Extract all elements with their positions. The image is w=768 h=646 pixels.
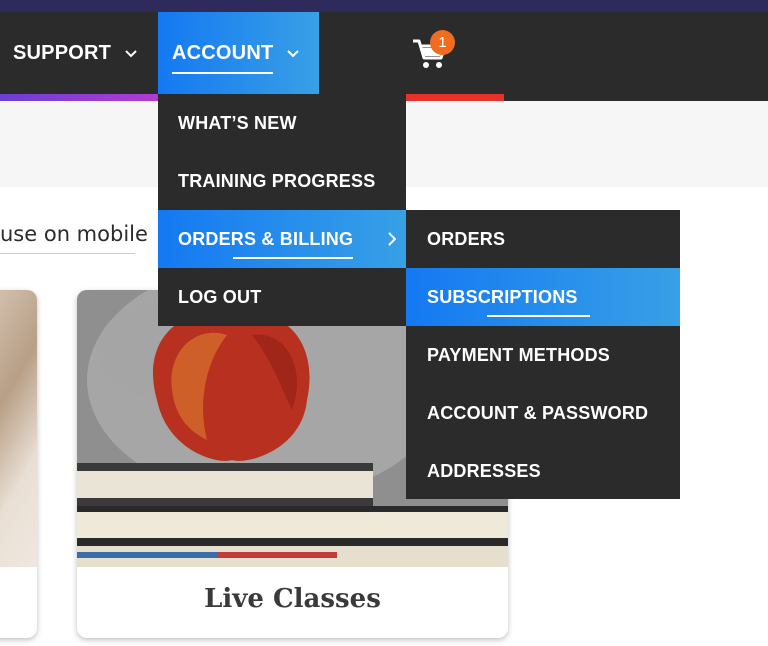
menu-item-label: ORDERS (427, 228, 506, 249)
menu-item-label: PAYMENT METHODS (427, 344, 611, 365)
menu-item-whats-new[interactable]: WHAT’S NEW (158, 94, 406, 152)
submenu-item-orders[interactable]: ORDERS (406, 210, 680, 268)
course-card-partial[interactable] (0, 290, 37, 638)
menu-item-log-out[interactable]: LOG OUT (158, 268, 406, 326)
chevron-down-icon (125, 49, 137, 58)
submenu-item-addresses[interactable]: ADDRESSES (406, 442, 680, 500)
nav-accent-bar-purple (0, 94, 158, 101)
card-title: Live Classes (204, 584, 381, 614)
mobile-info-text[interactable]: use on mobile (0, 222, 148, 246)
menu-item-training-progress[interactable]: TRAINING PROGRESS (158, 152, 406, 210)
account-dropdown-menu: WHAT’S NEW TRAINING PROGRESS ORDERS & BI… (158, 94, 406, 326)
nav-support[interactable]: SUPPORT (0, 12, 158, 95)
submenu-item-payment-methods[interactable]: PAYMENT METHODS (406, 326, 680, 384)
divider (0, 253, 135, 254)
chevron-right-icon (388, 230, 397, 251)
menu-item-orders-billing[interactable]: ORDERS & BILLING (158, 210, 406, 268)
nav-account[interactable]: ACCOUNT (158, 12, 319, 95)
menu-item-label: LOG OUT (178, 286, 262, 307)
menu-item-label: ORDERS & BILLING (178, 228, 354, 259)
nav-account-label: ACCOUNT (172, 42, 274, 74)
nav-accent-bar-red (406, 94, 504, 101)
menu-item-label: TRAINING PROGRESS (178, 170, 376, 191)
page: SUPPORT ACCOUNT 1 use on mobile Live Cla… (0, 0, 768, 646)
menu-item-label: ACCOUNT & PASSWORD (427, 402, 649, 423)
menu-item-label: ADDRESSES (427, 460, 541, 481)
nav-support-label: SUPPORT (13, 42, 112, 64)
cart-count-badge: 1 (430, 30, 455, 55)
card-image (0, 290, 37, 567)
submenu-item-subscriptions[interactable]: SUBSCRIPTIONS (406, 268, 680, 326)
menu-item-label: WHAT’S NEW (178, 112, 297, 133)
submenu-item-account-password[interactable]: ACCOUNT & PASSWORD (406, 384, 680, 442)
top-accent-strip (0, 0, 768, 12)
chevron-down-icon (287, 49, 300, 58)
billing-submenu: ORDERS SUBSCRIPTIONS PAYMENT METHODS ACC… (406, 210, 680, 499)
menu-item-label: SUBSCRIPTIONS (427, 286, 590, 317)
